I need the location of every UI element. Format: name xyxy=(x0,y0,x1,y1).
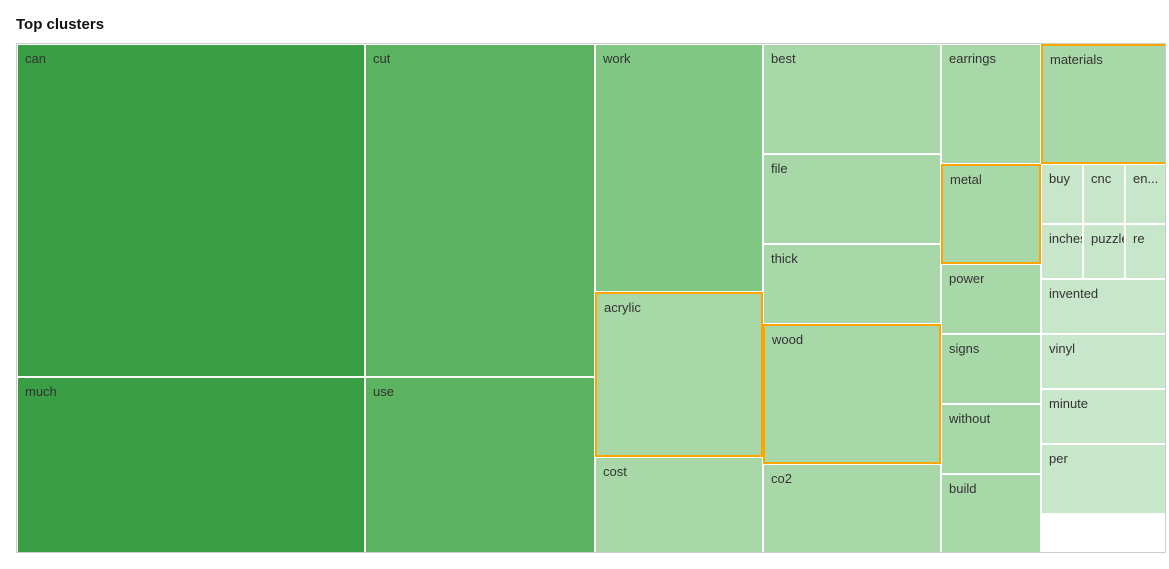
cell-earrings[interactable]: earrings xyxy=(941,44,1041,164)
cell-best[interactable]: best xyxy=(763,44,941,154)
cell-much[interactable]: much xyxy=(17,377,365,553)
cell-signs[interactable]: signs xyxy=(941,334,1041,404)
cell-en[interactable]: en... xyxy=(1125,164,1166,224)
cell-cnc[interactable]: cnc xyxy=(1083,164,1125,224)
cell-can[interactable]: can xyxy=(17,44,365,377)
cell-cut[interactable]: cut xyxy=(365,44,595,377)
cell-cost[interactable]: cost xyxy=(595,457,763,553)
treemap: can much cut use work acrylic cost best … xyxy=(16,43,1166,553)
cell-use[interactable]: use xyxy=(365,377,595,553)
section-title: Top clusters xyxy=(16,16,1153,33)
cell-materials[interactable]: materials xyxy=(1041,44,1166,164)
cell-without[interactable]: without xyxy=(941,404,1041,474)
cell-co2[interactable]: co2 xyxy=(763,464,941,553)
cell-inches[interactable]: inches xyxy=(1041,224,1083,279)
cell-living[interactable]: vinyl xyxy=(1041,334,1166,389)
cell-build[interactable]: build xyxy=(941,474,1041,553)
cell-thick[interactable]: thick xyxy=(763,244,941,324)
cell-minute[interactable]: minute xyxy=(1041,389,1166,444)
cell-invented[interactable]: invented xyxy=(1041,279,1166,334)
cell-file[interactable]: file xyxy=(763,154,941,244)
cell-re[interactable]: re xyxy=(1125,224,1166,279)
cell-metal[interactable]: metal xyxy=(941,164,1041,264)
cell-per[interactable]: per xyxy=(1041,444,1166,514)
cell-work[interactable]: work xyxy=(595,44,763,292)
cell-power[interactable]: power xyxy=(941,264,1041,334)
cell-buy[interactable]: buy xyxy=(1041,164,1083,224)
cell-puzzle[interactable]: puzzle xyxy=(1083,224,1125,279)
cell-wood[interactable]: wood xyxy=(763,324,941,464)
cell-acrylic[interactable]: acrylic xyxy=(595,292,763,457)
